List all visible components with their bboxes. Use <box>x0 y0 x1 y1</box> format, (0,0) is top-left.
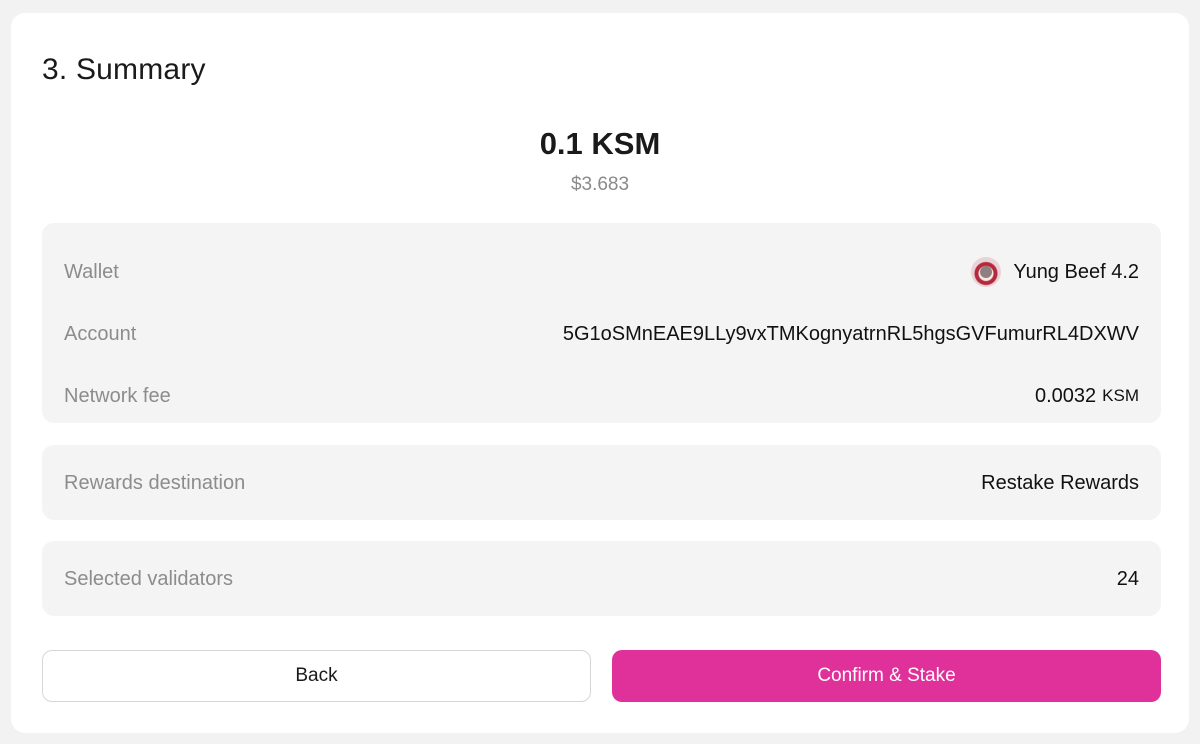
rewards-panel: Rewards destination Restake Rewards <box>42 445 1161 520</box>
page-title: 3. Summary <box>42 53 206 86</box>
wallet-label: Wallet <box>64 260 119 283</box>
confirm-stake-button[interactable]: Confirm & Stake <box>612 650 1161 702</box>
validators-count: 24 <box>1116 567 1139 590</box>
fee-unit: KSM <box>1102 386 1139 405</box>
stake-amount-usd: $3.683 <box>570 174 630 195</box>
wallet-avatar-icon <box>971 257 1002 287</box>
fee-label: Network fee <box>64 384 171 407</box>
fee-row: Network fee 0.0032 KSM <box>64 376 1139 416</box>
wallet-name: Yung Beef 4.2 <box>1013 260 1139 283</box>
account-address: 5G1oSMnEAE9LLy9vxTMKognyatrnRL5hgsGVFumu… <box>562 322 1139 345</box>
wallet-row: Wallet Yung Beef 4.2 <box>64 252 1139 292</box>
fee-amount: 0.0032 <box>1034 384 1097 407</box>
rewards-value: Restake Rewards <box>981 471 1139 494</box>
account-row: Account 5G1oSMnEAE9LLy9vxTMKognyatrnRL5h… <box>64 314 1139 354</box>
account-label: Account <box>64 322 137 345</box>
back-button[interactable]: Back <box>42 650 591 702</box>
rewards-label: Rewards destination <box>64 471 246 494</box>
stake-amount: 0.1 KSM <box>539 126 661 161</box>
fee-value: 0.0032 KSM <box>1035 385 1139 408</box>
wallet-value: Yung Beef 4.2 <box>971 257 1139 287</box>
validators-row: Selected validators 24 <box>64 559 1139 599</box>
validators-label: Selected validators <box>64 567 233 590</box>
rewards-row: Rewards destination Restake Rewards <box>64 463 1139 503</box>
details-panel: Wallet Yung Beef 4.2 Account 5G1oSMnEAE9… <box>42 223 1161 423</box>
validators-panel: Selected validators 24 <box>42 541 1161 616</box>
summary-card: 3. Summary 0.1 KSM $3.683 Wallet Yung Be… <box>11 13 1189 733</box>
